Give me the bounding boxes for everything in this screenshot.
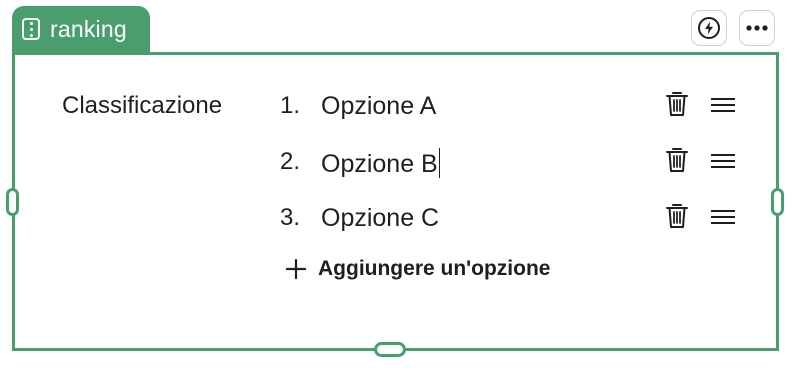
drag-handle-icon[interactable] xyxy=(710,97,736,113)
option-number: 3. xyxy=(280,204,301,231)
add-option-button[interactable]: Aggiungere un'opzione xyxy=(286,257,550,281)
drag-handle-icon[interactable] xyxy=(710,153,736,169)
resize-handle-right[interactable] xyxy=(771,188,784,216)
trash-icon[interactable] xyxy=(665,90,689,118)
option-row: 2. Opzione B xyxy=(280,148,740,182)
more-icon xyxy=(746,25,768,31)
option-row: 3. Opzione C xyxy=(280,204,740,238)
trash-icon[interactable] xyxy=(665,202,689,230)
option-text: Opzione B xyxy=(321,150,438,178)
ranking-block: ranking Classificazione 1. Opzione A 2. … xyxy=(0,0,792,368)
option-text[interactable]: Opzione C xyxy=(321,204,439,233)
trash-icon[interactable] xyxy=(665,146,689,174)
option-number: 1. xyxy=(280,92,301,119)
logic-button[interactable] xyxy=(691,10,727,46)
text-cursor xyxy=(438,148,441,178)
plus-icon xyxy=(286,259,306,279)
resize-handle-left[interactable] xyxy=(6,188,19,216)
block-type-label: ranking xyxy=(50,15,127,42)
field-label[interactable]: Classificazione xyxy=(62,92,222,120)
more-options-button[interactable] xyxy=(739,10,775,46)
option-text-editing[interactable]: Opzione B xyxy=(321,148,441,179)
ranking-icon xyxy=(22,18,40,40)
option-row: 1. Opzione A xyxy=(280,92,740,126)
add-option-label: Aggiungere un'opzione xyxy=(318,257,551,280)
option-number: 2. xyxy=(280,148,301,175)
block-type-tab[interactable]: ranking xyxy=(12,6,150,52)
lightning-icon xyxy=(698,17,720,39)
drag-handle-icon[interactable] xyxy=(710,209,736,225)
option-text[interactable]: Opzione A xyxy=(321,92,436,121)
resize-handle-bottom[interactable] xyxy=(374,342,406,357)
